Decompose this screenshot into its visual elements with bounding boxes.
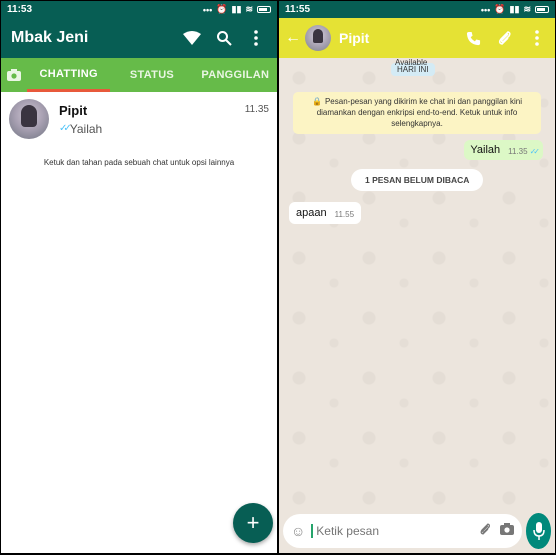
status-bar: 11:55 ••• ⏰ ▮▮ ≋ <box>279 1 555 18</box>
encryption-notice-text: Pesan-pesan yang dikirim ke chat ini dan… <box>316 97 522 128</box>
app-title: Mbak Jeni <box>11 29 89 46</box>
alarm-icon: ⏰ <box>494 4 506 14</box>
emoji-icon[interactable]: ☺ <box>291 523 305 539</box>
battery-icon <box>257 6 271 13</box>
notification-dots-icon: ••• <box>480 4 491 15</box>
hint-text: Ketuk dan tahan pada sebuah chat untuk o… <box>43 158 235 167</box>
message-time: 11.35 <box>508 147 528 156</box>
chat-info: Pipit ✓✓ Yailah <box>59 103 245 136</box>
back-arrow-icon[interactable]: ← <box>285 29 301 47</box>
contact-name[interactable]: Pipit <box>339 30 453 46</box>
attach-icon[interactable] <box>479 522 492 539</box>
status-time: 11:53 <box>7 4 33 15</box>
wifi-status-icon: ≋ <box>245 4 253 14</box>
status-icons: ••• ⏰ ▮▮ ≋ <box>203 4 271 15</box>
attach-icon[interactable] <box>493 26 517 50</box>
unread-banner: 1 PESAN BELUM DIBACA <box>351 169 484 191</box>
alarm-icon: ⏰ <box>216 4 228 14</box>
double-check-icon: ✓✓ <box>529 147 541 156</box>
new-chat-button[interactable]: + <box>233 503 273 543</box>
availability-status: Available <box>395 58 428 67</box>
mic-icon <box>532 521 545 540</box>
wifi-icon[interactable] <box>181 27 203 49</box>
status-time: 11:55 <box>285 4 311 15</box>
tab-status[interactable]: STATUS <box>110 58 193 92</box>
incoming-message[interactable]: apaan 11.55 <box>289 202 362 224</box>
notification-dots-icon: ••• <box>202 4 213 15</box>
app-header: Mbak Jeni <box>1 18 277 58</box>
search-icon[interactable] <box>213 27 235 49</box>
message-composer: ☺ <box>279 508 555 553</box>
more-vert-icon[interactable] <box>245 27 267 49</box>
signal-icon: ▮▮ <box>231 4 242 14</box>
tab-chatting[interactable]: CHATTING <box>27 58 111 92</box>
signal-icon: ▮▮ <box>509 4 520 14</box>
avatar[interactable] <box>305 25 331 51</box>
conversation-header: ← Pipit <box>279 18 555 58</box>
phone-icon[interactable] <box>461 26 485 50</box>
contact-name: Pipit <box>59 102 88 118</box>
chat-list-item[interactable]: Pipit ✓✓ Yailah 11.35 <box>1 92 277 146</box>
tab-bar: CHATTING STATUS PANGGILAN <box>1 58 277 92</box>
encryption-notice[interactable]: 🔒 Pesan-pesan yang dikirim ke chat ini da… <box>293 92 541 135</box>
double-check-icon: ✓✓ <box>59 123 72 134</box>
camera-icon[interactable] <box>500 523 515 538</box>
message-time: 11.55 <box>334 210 355 219</box>
last-message-text: Yailah <box>69 121 103 136</box>
message-area[interactable]: HARI INI Available 🔒 Pesan-pesan yang dik… <box>279 58 555 508</box>
lock-icon: 🔒 <box>312 97 322 106</box>
status-icons: ••• ⏰ ▮▮ ≋ <box>481 4 549 15</box>
mic-button[interactable] <box>526 512 551 549</box>
tab-panggilan[interactable]: PANGGILAN <box>194 58 277 92</box>
message-input[interactable] <box>311 523 472 538</box>
status-bar: 11:53 ••• ⏰ ▮▮ ≋ <box>1 1 277 18</box>
battery-icon <box>535 6 549 13</box>
camera-icon[interactable] <box>1 58 27 92</box>
input-container: ☺ <box>283 513 523 548</box>
more-vert-icon[interactable] <box>525 26 549 50</box>
chat-time: 11.35 <box>244 104 269 115</box>
conversation-screen: 11:55 ••• ⏰ ▮▮ ≋ ← Pipit HARI INI Availa… <box>279 1 555 553</box>
message-text: apaan <box>296 207 327 219</box>
last-message: ✓✓ Yailah <box>59 122 245 136</box>
outgoing-message[interactable]: Yailah 11.35 ✓✓ <box>464 140 543 160</box>
message-text: Yailah <box>470 144 501 156</box>
avatar[interactable] <box>9 99 49 139</box>
wifi-status-icon: ≋ <box>523 4 531 14</box>
chat-list-screen: 11:53 ••• ⏰ ▮▮ ≋ Mbak Jeni CHATTING STAT… <box>1 1 277 553</box>
